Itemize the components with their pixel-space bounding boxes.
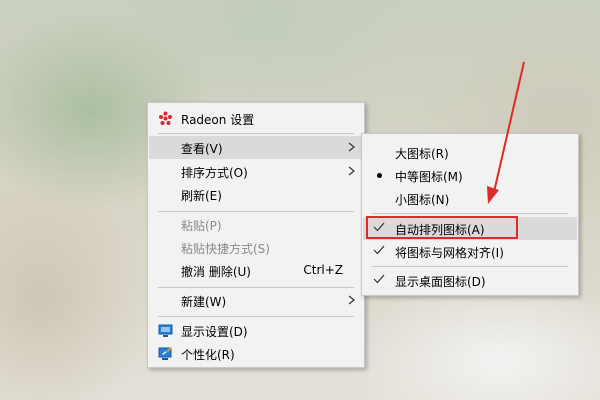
- submenu-item-large-icons[interactable]: 大图标(R): [363, 141, 577, 164]
- desktop-context-menu: Radeon 设置 查看(V) 排序方式(O) 刷新(E) 粘贴(P) 粘贴快捷…: [147, 102, 365, 368]
- monitor-icon: [158, 324, 173, 337]
- radeon-logo-icon: [159, 111, 172, 125]
- personalize-icon: [158, 347, 172, 360]
- menu-item-label: 撤消 删除(U): [181, 265, 251, 279]
- menu-item-paste-shortcut[interactable]: 粘贴快捷方式(S): [149, 236, 363, 259]
- menu-separator: [372, 213, 568, 214]
- menu-item-sort[interactable]: 排序方式(O): [149, 160, 363, 183]
- menu-item-label: 中等图标(M): [395, 170, 463, 184]
- menu-item-radeon-settings[interactable]: Radeon 设置: [149, 107, 363, 130]
- menu-separator: [158, 133, 354, 134]
- chevron-right-icon: [348, 166, 355, 176]
- check-icon: [373, 274, 385, 284]
- menu-item-view[interactable]: 查看(V): [149, 136, 363, 159]
- chevron-right-icon: [348, 295, 355, 305]
- chevron-right-icon: [348, 142, 355, 152]
- menu-separator: [158, 211, 354, 212]
- menu-item-label: 个性化(R): [181, 348, 235, 362]
- menu-item-label: 小图标(N): [395, 193, 450, 207]
- menu-item-label: 刷新(E): [181, 189, 222, 203]
- menu-item-undo-delete[interactable]: 撤消 删除(U) Ctrl+Z: [149, 259, 363, 282]
- menu-item-label: 将图标与网格对齐(I): [395, 246, 504, 260]
- menu-item-display-settings[interactable]: 显示设置(D): [149, 319, 363, 342]
- submenu-item-small-icons[interactable]: 小图标(N): [363, 187, 577, 210]
- check-icon: [373, 245, 385, 255]
- submenu-item-medium-icons[interactable]: 中等图标(M): [363, 164, 577, 187]
- submenu-item-align-grid[interactable]: 将图标与网格对齐(I): [363, 240, 577, 263]
- menu-item-label: 粘贴(P): [181, 219, 222, 233]
- menu-item-label: 查看(V): [181, 142, 223, 156]
- menu-item-new[interactable]: 新建(W): [149, 289, 363, 312]
- menu-separator: [158, 287, 354, 288]
- annotation-highlight-box: [366, 216, 518, 239]
- menu-item-label: 排序方式(O): [181, 166, 248, 180]
- menu-item-refresh[interactable]: 刷新(E): [149, 183, 363, 206]
- menu-item-label: 粘贴快捷方式(S): [181, 242, 270, 256]
- menu-item-paste[interactable]: 粘贴(P): [149, 213, 363, 236]
- bullet-icon: [377, 173, 382, 178]
- menu-item-label: Radeon 设置: [181, 113, 255, 127]
- menu-item-personalize[interactable]: 个性化(R): [149, 342, 363, 365]
- menu-separator: [158, 316, 354, 317]
- menu-separator: [372, 266, 568, 267]
- submenu-item-show-desktop-icons[interactable]: 显示桌面图标(D): [363, 269, 577, 292]
- menu-item-label: 显示桌面图标(D): [395, 275, 486, 289]
- shortcut-text: Ctrl+Z: [303, 263, 343, 277]
- menu-item-label: 新建(W): [181, 295, 227, 309]
- view-submenu: 大图标(R) 中等图标(M) 小图标(N) 自动排列图标(A) 将图标与网格对齐…: [361, 133, 579, 296]
- menu-item-label: 显示设置(D): [181, 325, 248, 339]
- menu-item-label: 大图标(R): [395, 147, 449, 161]
